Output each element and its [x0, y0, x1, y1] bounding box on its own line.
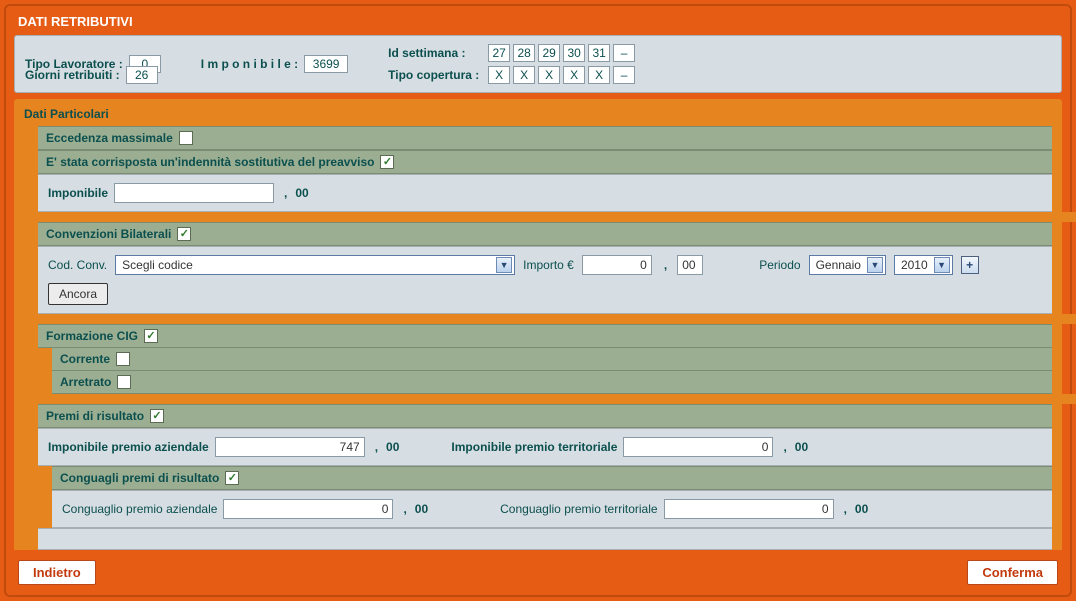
convenzioni-label: Convenzioni Bilaterali [46, 227, 171, 241]
conguagli-band: Conguagli premi di risultato ✓ [52, 466, 1052, 490]
importo-label: Importo € [523, 258, 574, 272]
eccedenza-label: Eccedenza massimale [46, 131, 173, 145]
corrente-label: Corrente [60, 352, 110, 366]
chevron-down-icon: ▼ [496, 257, 512, 273]
indietro-button[interactable]: Indietro [18, 560, 96, 585]
eccedenza-checkbox[interactable] [179, 131, 193, 145]
footer-bar: Indietro Conferma [14, 560, 1062, 585]
week-cell: – [613, 44, 635, 62]
indennita-content: Imponibile , 00 [38, 174, 1052, 212]
cod-conv-select[interactable]: Scegli codice ▼ [115, 255, 515, 275]
imponibile-field-label: Imponibile [48, 186, 108, 200]
premi-label: Premi di risultato [46, 409, 144, 423]
importo-dec-input[interactable] [677, 255, 703, 275]
conguagli-content: Conguaglio premio aziendale , 00 Conguag… [52, 490, 1052, 528]
week-cell: 30 [563, 44, 585, 62]
premi-checkbox[interactable]: ✓ [150, 409, 164, 423]
coverage-cell: X [563, 66, 585, 84]
cong-az-label: Conguaglio premio aziendale [62, 502, 217, 516]
add-button[interactable]: + [961, 256, 979, 274]
coverage-cell: X [588, 66, 610, 84]
indennita-label: E' stata corrisposta un'indennità sostit… [46, 155, 374, 169]
periodo-label: Periodo [759, 258, 800, 272]
coverage-cell: X [488, 66, 510, 84]
formazione-label: Formazione CIG [46, 329, 138, 343]
arretrato-band: Arretrato [52, 370, 1052, 394]
formazione-band: Formazione CIG ✓ [38, 324, 1052, 348]
periodo-anno-select[interactable]: 2010 ▼ [894, 255, 953, 275]
chevron-down-icon: ▼ [867, 257, 883, 273]
arretrato-checkbox[interactable] [117, 375, 131, 389]
week-cell: 27 [488, 44, 510, 62]
conferma-button[interactable]: Conferma [967, 560, 1058, 585]
suffix00: 00 [795, 440, 808, 454]
week-grid: 27 28 29 30 31 – [488, 44, 635, 62]
giorni-label: Giorni retribuiti : [25, 68, 120, 82]
bottom-spacer [38, 528, 1052, 550]
dati-particolari-title: Dati Particolari [24, 104, 1052, 126]
ancora-button[interactable]: Ancora [48, 283, 108, 305]
indennita-checkbox[interactable]: ✓ [380, 155, 394, 169]
cod-conv-value: Scegli codice [122, 258, 193, 272]
main-panel: DATI RETRIBUTIVI Tipo Lavoratore : 0 I m… [4, 4, 1072, 597]
imponibile-suffix: 00 [295, 186, 308, 200]
arretrato-label: Arretrato [60, 375, 111, 389]
id-settimana-label: Id settimana : [388, 46, 482, 60]
section-dati-particolari: Dati Particolari Eccedenza massimale E' … [14, 99, 1062, 550]
conguagli-checkbox[interactable]: ✓ [225, 471, 239, 485]
indennita-band: E' stata corrisposta un'indennità sostit… [38, 150, 1052, 174]
periodo-mese-select[interactable]: Gennaio ▼ [809, 255, 886, 275]
convenzioni-content: Cod. Conv. Scegli codice ▼ Importo € , P… [38, 246, 1052, 314]
coverage-cell: – [613, 66, 635, 84]
formazione-checkbox[interactable]: ✓ [144, 329, 158, 343]
importo-input[interactable] [582, 255, 652, 275]
week-cell: 29 [538, 44, 560, 62]
suffix00: 00 [855, 502, 868, 516]
tipo-copertura-label: Tipo copertura : [388, 68, 482, 82]
imponibile-value: 3699 [304, 55, 348, 73]
imponibile-label: I m p o n i b i l e : [201, 57, 298, 71]
conguagli-label: Conguagli premi di risultato [60, 471, 219, 485]
convenzioni-band: Convenzioni Bilaterali ✓ [38, 222, 1052, 246]
cong-az-input[interactable] [223, 499, 393, 519]
premi-content: Imponibile premio aziendale , 00 Imponib… [38, 428, 1052, 466]
orange-gap [14, 212, 1076, 222]
corrente-checkbox[interactable] [116, 352, 130, 366]
panel-title: DATI RETRIBUTIVI [14, 6, 1062, 35]
periodo-anno-value: 2010 [901, 258, 928, 272]
chevron-down-icon: ▼ [934, 257, 950, 273]
orange-gap [14, 314, 1076, 324]
cod-conv-label: Cod. Conv. [48, 258, 107, 272]
imp-premio-az-input[interactable] [215, 437, 365, 457]
suffix00: 00 [386, 440, 399, 454]
convenzioni-checkbox[interactable]: ✓ [177, 227, 191, 241]
info-box: Tipo Lavoratore : 0 I m p o n i b i l e … [14, 35, 1062, 93]
periodo-mese-value: Gennaio [816, 258, 861, 272]
coverage-cell: X [513, 66, 535, 84]
imp-premio-terr-input[interactable] [623, 437, 773, 457]
coverage-cell: X [538, 66, 560, 84]
coverage-grid: X X X X X – [488, 66, 635, 84]
week-cell: 28 [513, 44, 535, 62]
premi-band: Premi di risultato ✓ [38, 404, 1052, 428]
imp-premio-az-label: Imponibile premio aziendale [48, 440, 209, 454]
giorni-value: 26 [126, 66, 158, 84]
imp-premio-terr-label: Imponibile premio territoriale [451, 440, 617, 454]
cong-terr-label: Conguaglio premio territoriale [500, 502, 657, 516]
corrente-band: Corrente [52, 347, 1052, 371]
orange-gap [14, 394, 1076, 404]
imponibile-input[interactable] [114, 183, 274, 203]
week-cell: 31 [588, 44, 610, 62]
cong-terr-input[interactable] [664, 499, 834, 519]
eccedenza-band: Eccedenza massimale [38, 126, 1052, 150]
suffix00: 00 [415, 502, 428, 516]
